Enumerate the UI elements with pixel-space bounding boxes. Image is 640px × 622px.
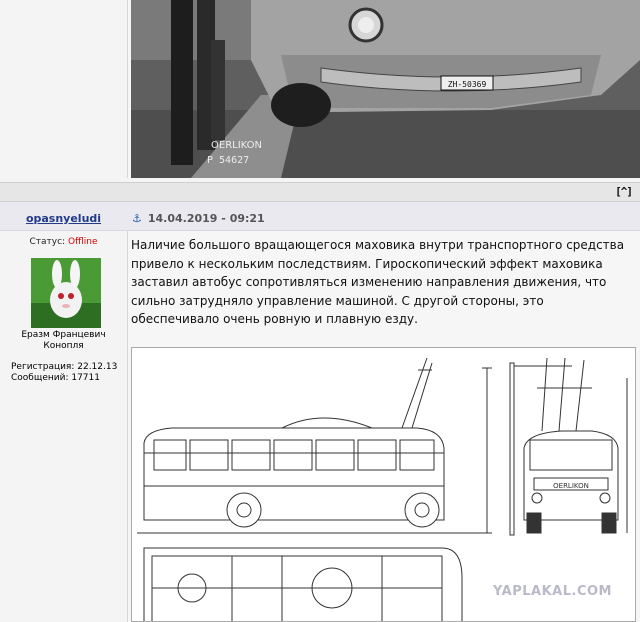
blueprint-label: OERLIKON [553,482,589,490]
photo-caption-2: P 54627 [207,155,249,166]
post-footer-bar: [^] [0,182,640,202]
gyrobus-photo: ZH-50369 OERLIKON P 54627 [131,0,640,178]
user-nickname: Еразм Францевич Конопля [21,330,106,351]
post-timestamp: 14.04.2019 - 09:21 [147,212,265,225]
post-paragraph: Наличие большого вращающегося маховика в… [131,238,625,326]
username-link[interactable]: opasnyeludi [0,212,127,225]
message-count: Сообщений: 17711 [11,373,100,383]
gyrobus-blueprint: OERLIKON [131,347,636,622]
back-to-top-link[interactable]: [^] [615,185,633,198]
anchor-icon[interactable]: ⚓ [132,212,142,225]
site-watermark: YAPLAKAL.COM [493,584,612,599]
post-meta: ⚓ 14.04.2019 - 09:21 [132,212,265,225]
user-stats: Регистрация: 22.12.13 Сообщений: 17711 [11,362,117,384]
license-plate: ZH-50369 [448,80,487,89]
status-label: Статус: [29,237,66,247]
photo-caption-1: OERLIKON [211,140,262,151]
user-status: Статус: Offline [0,237,127,247]
avatar[interactable] [31,258,101,328]
post-text: Наличие большого вращающегося маховика в… [131,236,629,329]
status-value: Offline [67,237,98,247]
registration-date: Регистрация: 22.12.13 [11,362,118,372]
